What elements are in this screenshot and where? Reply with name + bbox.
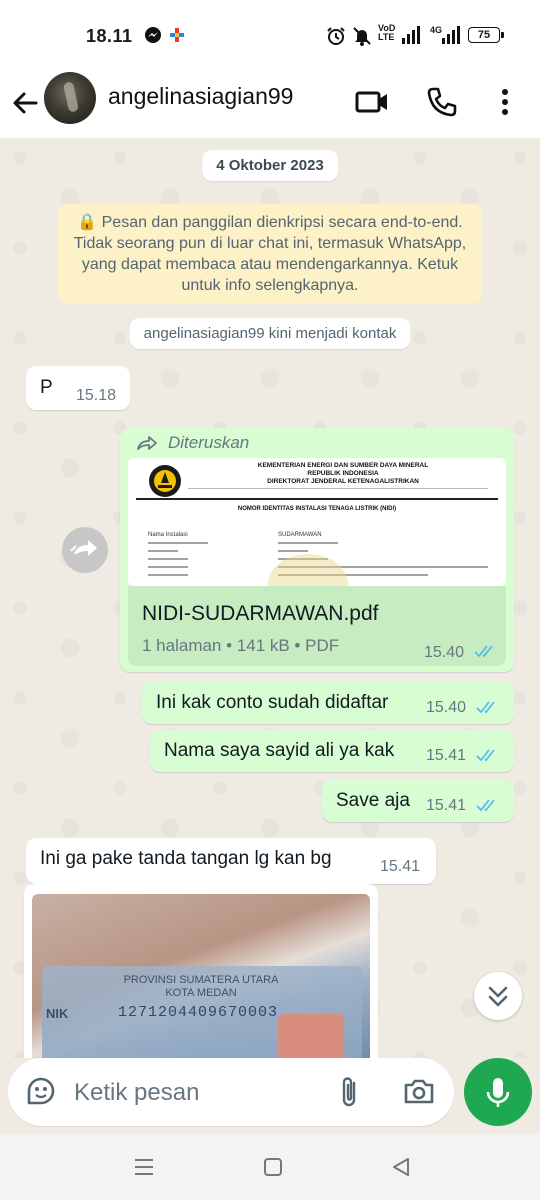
camera-button[interactable] xyxy=(402,1074,436,1108)
ministry-logo-icon xyxy=(149,465,181,497)
battery-indicator: 75 xyxy=(468,27,504,43)
photo-text-nik-label: NIK xyxy=(46,1006,69,1021)
message-time: 15.41 xyxy=(426,797,467,814)
phone-icon xyxy=(427,87,457,117)
read-receipt-icon xyxy=(476,799,495,812)
photo-text-city: KOTA MEDAN xyxy=(165,987,237,999)
forwarded-icon xyxy=(137,436,157,450)
message-time: 15.41 xyxy=(380,858,421,875)
message-text: Nama saya sayid ali ya kak xyxy=(164,740,395,761)
doc-name-label: Nama Instalasi xyxy=(148,532,188,538)
scroll-to-bottom-button[interactable] xyxy=(474,972,522,1020)
triangle-back-icon xyxy=(393,1158,409,1176)
square-icon xyxy=(264,1158,282,1176)
message-text: P xyxy=(40,377,53,398)
date-separator: 4 Oktober 2023 xyxy=(202,150,338,181)
encryption-notice[interactable]: 🔒 Pesan dan panggilan dienkripsi secara … xyxy=(58,204,482,304)
paperclip-icon xyxy=(342,1077,356,1107)
message-input[interactable] xyxy=(72,1072,316,1114)
sticker-emoji-icon xyxy=(27,1077,55,1105)
network-type-label: 4G xyxy=(430,25,443,35)
photo-text-province: PROVINSI SUMATERA UTARA xyxy=(123,974,279,986)
recent-apps-button[interactable] xyxy=(132,1156,156,1178)
more-vert-icon xyxy=(502,89,508,115)
alarm-icon xyxy=(326,26,346,50)
read-receipt-icon xyxy=(474,645,493,658)
voice-call-button[interactable] xyxy=(424,84,460,120)
doc-divider xyxy=(136,498,498,500)
back-button[interactable] xyxy=(10,88,40,118)
signal-4g-icon xyxy=(442,26,462,48)
status-time: 18.11 xyxy=(86,26,133,46)
doc-header-line-1: KEMENTERIAN ENERGI DAN SUMBER DAYA MINER… xyxy=(257,462,429,469)
chat-header: angelinasiagian99 xyxy=(0,70,540,138)
message-text: Ini kak conto sudah didaftar xyxy=(156,692,389,713)
mute-icon xyxy=(352,26,372,50)
chat-area[interactable]: 4 Oktober 2023 🔒 Pesan dan panggilan die… xyxy=(0,138,540,1058)
message-outgoing[interactable]: Ini kak conto sudah didaftar 15.40 xyxy=(142,682,514,724)
message-time: 15.40 xyxy=(424,644,465,661)
doc-name-value: SUDARMAWAN xyxy=(278,532,322,538)
doc-address-line xyxy=(188,488,488,489)
message-text: Ini ga pake tanda tangan lg kan bg xyxy=(40,848,332,869)
contact-name[interactable]: angelinasiagian99 xyxy=(108,83,293,110)
video-camera-icon xyxy=(355,91,387,113)
doc-header-line-2: REPUBLIK INDONESIA xyxy=(307,470,379,477)
message-outgoing[interactable]: Save aja 15.41 xyxy=(322,780,514,822)
avatar[interactable] xyxy=(44,72,96,124)
read-receipt-icon xyxy=(476,701,495,714)
message-text: Save aja xyxy=(336,790,410,811)
document-info[interactable]: NIDI-SUDARMAWAN.pdf 1 halaman • 141 kB •… xyxy=(128,586,506,666)
forward-button[interactable] xyxy=(62,527,108,573)
volte-label: VoD LTE xyxy=(378,23,396,42)
photo-portrait xyxy=(278,1014,344,1058)
message-time: 15.18 xyxy=(76,387,117,404)
doc-header-line-3: DIREKTORAT JENDERAL KETENAGALISTRIKAN xyxy=(267,478,419,485)
double-chevron-down-icon xyxy=(488,986,508,1007)
doc-heading: NOMOR IDENTITAS INSTALASI TENAGA LISTRIK… xyxy=(237,506,397,512)
message-time: 15.40 xyxy=(426,699,467,716)
document-preview[interactable]: KEMENTERIAN ENERGI DAN SUMBER DAYA MINER… xyxy=(128,458,506,586)
home-button[interactable] xyxy=(262,1156,284,1178)
messenger-icon xyxy=(144,26,162,48)
more-options-button[interactable] xyxy=(490,84,520,120)
microphone-icon xyxy=(486,1078,510,1107)
message-composer xyxy=(8,1058,454,1126)
back-nav-button[interactable] xyxy=(390,1156,412,1178)
forward-icon xyxy=(70,540,97,556)
message-outgoing-document[interactable]: Diteruskan KEMENTERIAN ENERGI DAN SUMBER… xyxy=(120,428,514,672)
emoji-button[interactable] xyxy=(24,1074,58,1108)
menu-lines-icon xyxy=(135,1159,153,1175)
voice-message-button[interactable] xyxy=(464,1058,532,1126)
status-bar: 18.11 VoD LTE 4G 75 xyxy=(0,0,540,70)
signal-icon xyxy=(402,26,424,48)
system-message: angelinasiagian99 kini menjadi kontak xyxy=(129,318,411,349)
camera-icon xyxy=(404,1079,434,1104)
read-receipt-icon xyxy=(476,749,495,762)
message-incoming[interactable]: P 15.18 xyxy=(26,366,130,410)
system-navigation-bar xyxy=(0,1134,540,1200)
photo-text-nik-number: 1271204409670003 xyxy=(118,1004,279,1021)
back-arrow-icon xyxy=(13,92,38,114)
document-file-name: NIDI-SUDARMAWAN.pdf xyxy=(142,602,379,625)
app-notification-icon xyxy=(168,26,186,48)
message-outgoing[interactable]: Nama saya sayid ali ya kak 15.41 xyxy=(150,730,514,772)
attach-button[interactable] xyxy=(334,1074,366,1110)
forwarded-label: Diteruskan xyxy=(168,433,250,452)
message-incoming-photo[interactable]: PROVINSI SUMATERA UTARA KOTA MEDAN NIK 1… xyxy=(24,884,378,1058)
message-incoming[interactable]: Ini ga pake tanda tangan lg kan bg 15.41 xyxy=(26,838,436,884)
photo-thumbnail[interactable]: PROVINSI SUMATERA UTARA KOTA MEDAN NIK 1… xyxy=(32,894,370,1058)
video-call-button[interactable] xyxy=(354,84,390,120)
message-time: 15.41 xyxy=(426,747,467,764)
document-meta: 1 halaman • 141 kB • PDF xyxy=(142,636,340,655)
